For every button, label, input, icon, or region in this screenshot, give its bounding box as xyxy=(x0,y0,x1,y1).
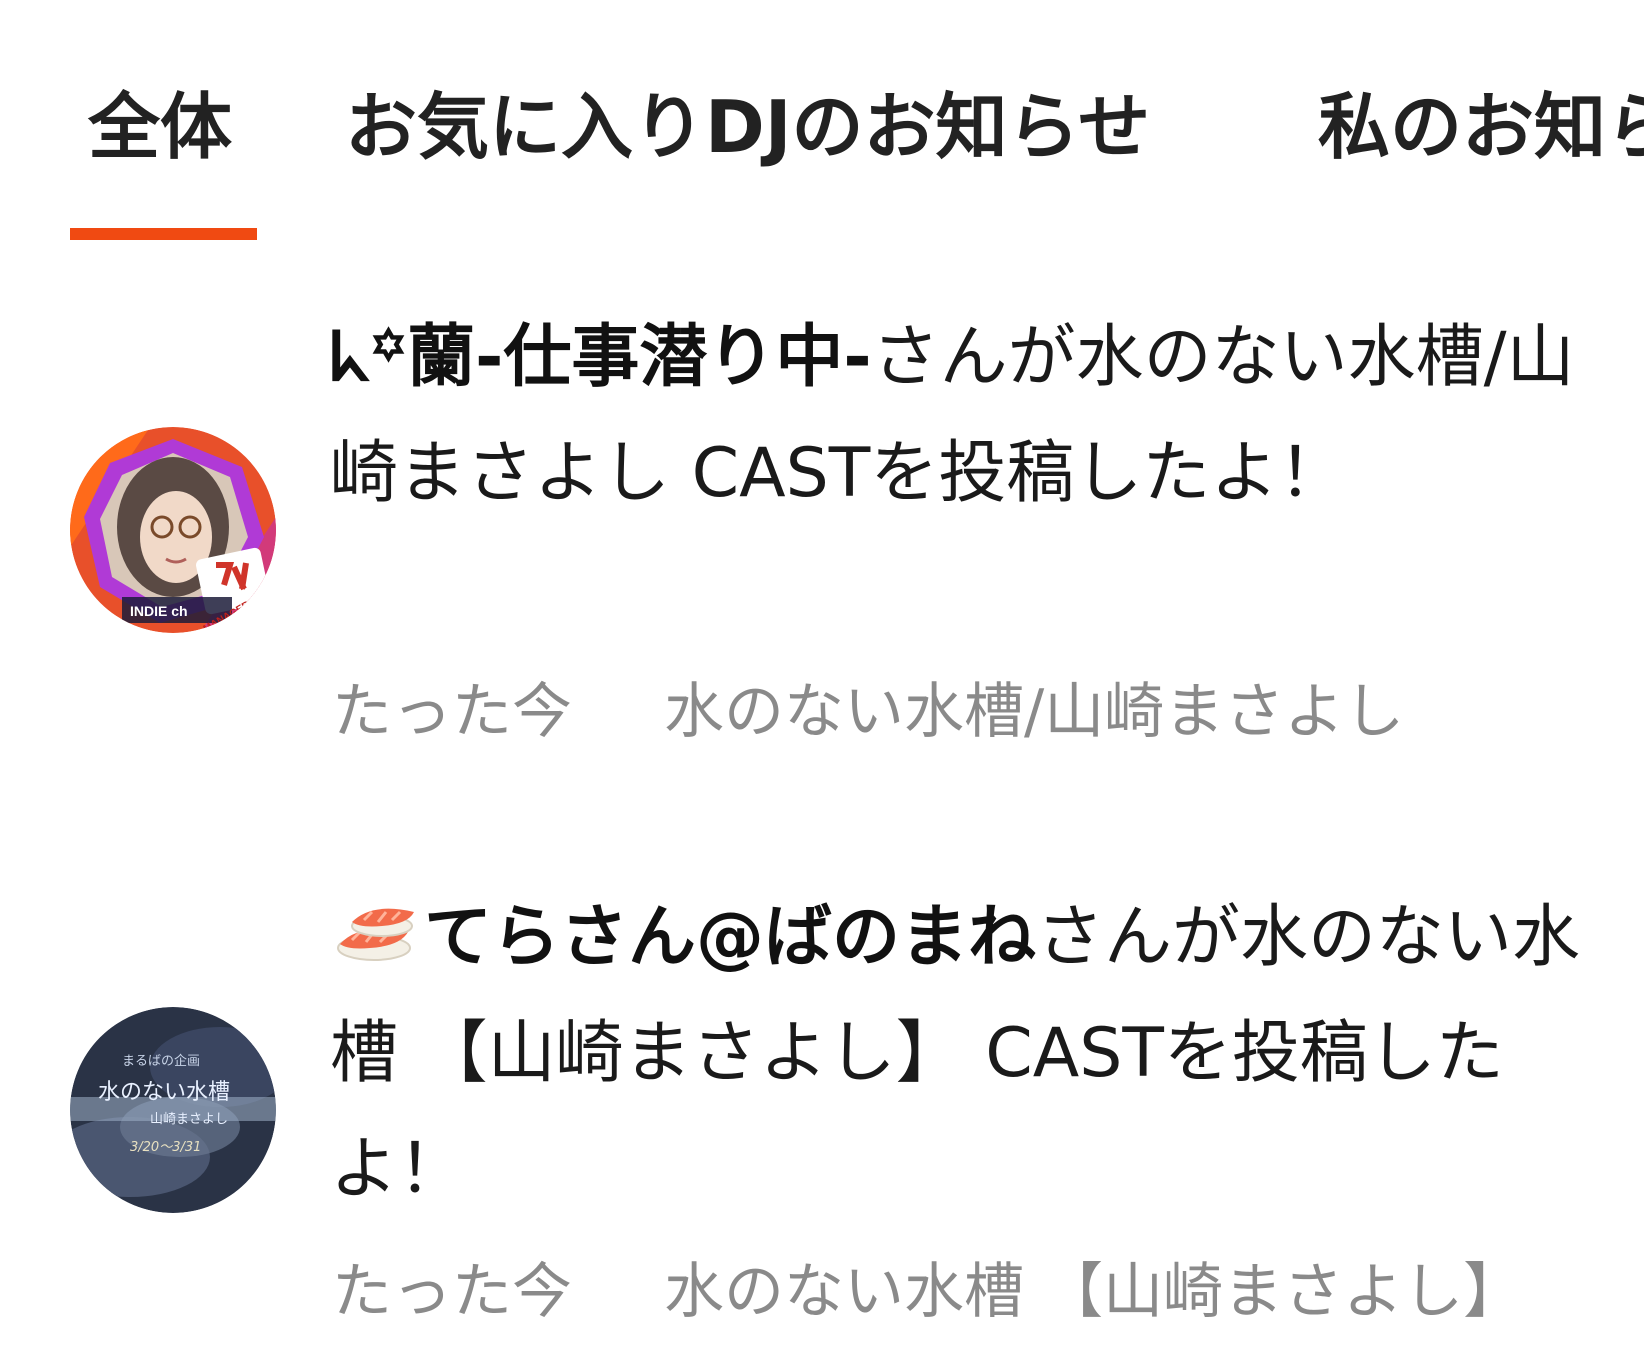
notification-item[interactable]: まるばの企画 水のない水槽 山崎まさよし 3/20～3/31 てらさん@ばのまね… xyxy=(0,880,1644,1360)
program-title[interactable]: 水のない水槽 【山崎まさよし】 xyxy=(664,1257,1523,1327)
tab-all[interactable]: 全体 xyxy=(88,82,232,172)
notification-item[interactable]: INDIE ch MANAGER ᖾ꙳蘭-仕事潜り中-さんが水のない水槽/山崎ま… xyxy=(0,300,1644,760)
notifications-page: 全体 お気に入りDJのお知らせ 私のお知ら INDIE ch MANAGER ᖾ… xyxy=(0,0,1644,1372)
notification-meta: たった今 水のない水槽 【山崎まさよし】 xyxy=(332,1252,1523,1332)
tab-bar: 全体 お気に入りDJのお知らせ 私のお知ら xyxy=(0,0,1644,250)
tab-favorite-dj-notices[interactable]: お気に入りDJのお知らせ xyxy=(345,82,1150,172)
svg-text:INDIE ch: INDIE ch xyxy=(130,603,188,619)
timestamp: たった今 xyxy=(332,677,572,747)
svg-text:3/20～3/31: 3/20～3/31 xyxy=(130,1140,201,1155)
svg-text:山崎まさよし: 山崎まさよし xyxy=(150,1112,228,1127)
notification-meta: たった今 水のない水槽/山崎まさよし xyxy=(332,672,1404,752)
program-title[interactable]: 水のない水槽/山崎まさよし xyxy=(664,677,1404,747)
svg-text:まるばの企画: まるばの企画 xyxy=(122,1053,200,1069)
program-thumbnail-avatar-icon: まるばの企画 水のない水槽 山崎まさよし 3/20～3/31 xyxy=(70,1007,276,1213)
svg-text:水のない水槽: 水のない水槽 xyxy=(98,1080,230,1105)
user-name[interactable]: ᖾ꙳蘭-仕事潜り中- xyxy=(330,318,872,397)
avatar[interactable]: まるばの企画 水のない水槽 山崎まさよし 3/20～3/31 xyxy=(70,1007,276,1213)
notification-message: ᖾ꙳蘭-仕事潜り中-さんが水のない水槽/山崎まさよし CASTを投稿したよ！ xyxy=(330,300,1590,532)
notification-message: てらさん@ばのまねさんが水のない水槽 【山崎まさよし】 CASTを投稿したよ！ xyxy=(330,880,1590,1228)
timestamp: たった今 xyxy=(332,1257,572,1327)
sushi-icon xyxy=(337,908,414,961)
tab-my-notices[interactable]: 私のお知ら xyxy=(1318,82,1644,172)
user-name[interactable]: てらさん@ばのまね xyxy=(424,898,1036,977)
illustrated-woman-avatar-icon: INDIE ch MANAGER xyxy=(70,427,276,633)
tab-selected-indicator xyxy=(70,228,257,240)
avatar[interactable]: INDIE ch MANAGER xyxy=(70,427,276,633)
